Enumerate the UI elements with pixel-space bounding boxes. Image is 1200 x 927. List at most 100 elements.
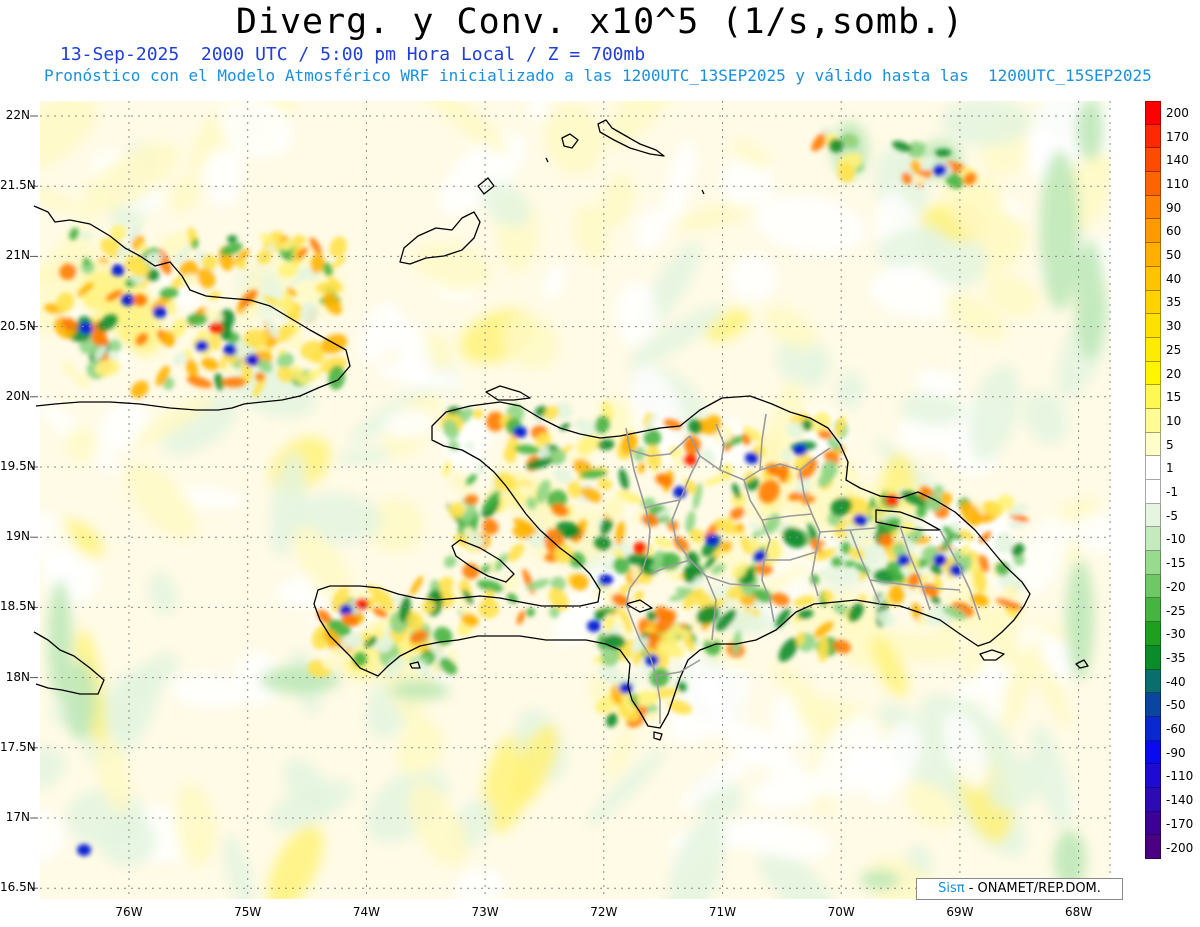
- field-patch: [111, 264, 125, 276]
- legend-swatch: [1145, 740, 1161, 765]
- lat-label: 21N: [5, 248, 30, 263]
- legend-swatch: [1145, 716, 1161, 741]
- legend-label: -1: [1166, 485, 1178, 500]
- map-title: Diverg. y Conv. x10^5 (1/s,somb.): [235, 2, 965, 42]
- model-info-subtitle: Pronóstico con el Modelo Atmosférico WRF…: [44, 66, 1152, 85]
- lat-label: 17.5N: [0, 739, 36, 754]
- field-patch: [940, 101, 1030, 147]
- legend-label: -110: [1166, 769, 1194, 784]
- legend-swatch: [1145, 669, 1161, 694]
- legend-swatch: [1145, 361, 1161, 386]
- field-patch: [390, 680, 450, 700]
- legend-swatch: [1145, 243, 1161, 267]
- field-patch: [79, 322, 93, 334]
- credit-text: - ONAMET/REP.DOM.: [964, 881, 1101, 896]
- lat-label: 19N: [5, 529, 30, 544]
- legend-label: 15: [1166, 390, 1182, 405]
- field-patch: [885, 494, 899, 506]
- legend-label: 30: [1166, 319, 1182, 334]
- field-patch: [121, 294, 135, 306]
- legend-swatch: [1145, 503, 1161, 528]
- legend-swatch: [1145, 527, 1161, 552]
- legend-label: -50: [1166, 698, 1186, 713]
- legend-label: -35: [1166, 650, 1186, 665]
- field-patch: [599, 574, 613, 586]
- legend-label: 40: [1166, 271, 1182, 286]
- lat-label: 20N: [5, 388, 30, 403]
- legend-label: 200: [1166, 105, 1189, 120]
- field-shading: [40, 101, 1110, 899]
- field-patch: [793, 444, 807, 456]
- lat-label: 18.5N: [0, 599, 36, 614]
- field-patch: [587, 620, 601, 632]
- lat-label: 22N: [5, 108, 30, 122]
- legend-swatch: [1145, 408, 1161, 433]
- valid-time-subtitle: 13-Sep-2025 2000 UTC / 5:00 pm Hora Loca…: [60, 44, 646, 65]
- sis-logo-text: Sisπ: [938, 881, 965, 896]
- field-patch: [933, 164, 947, 176]
- field-patch: [745, 452, 759, 464]
- legend-label: -200: [1166, 840, 1194, 855]
- legend-swatch: [1145, 764, 1161, 788]
- lon-label: 68W: [1065, 905, 1093, 919]
- field-patch: [195, 340, 209, 352]
- legend-swatch: [1145, 693, 1161, 717]
- legend-swatch: [1145, 172, 1161, 196]
- field-patch: [897, 554, 911, 566]
- legend-label: -30: [1166, 627, 1186, 642]
- legend-label: 35: [1166, 295, 1182, 310]
- field-patch: [933, 554, 947, 566]
- legend-swatch: [1145, 574, 1161, 599]
- color-legend: [1145, 101, 1161, 859]
- legend-label: -15: [1166, 556, 1186, 571]
- lat-label: 17N: [5, 810, 30, 824]
- lon-label: 74W: [352, 905, 380, 919]
- legend-swatch: [1145, 337, 1161, 362]
- lon-label: 71W: [708, 905, 737, 919]
- legend-swatch: [1145, 480, 1161, 504]
- field-patch: [879, 534, 893, 546]
- field-patch: [1040, 150, 1080, 310]
- legend-label: -5: [1166, 508, 1178, 523]
- field-patch: [133, 294, 147, 306]
- lon-label: 73W: [471, 905, 499, 919]
- legend-label: 110: [1166, 176, 1189, 191]
- lon-label: 70W: [827, 905, 855, 919]
- legend-swatch: [1145, 290, 1161, 315]
- legend-label: 50: [1166, 248, 1182, 263]
- field-patch: [831, 556, 843, 567]
- lat-label: 16.5N: [0, 880, 36, 895]
- field-patch: [860, 870, 900, 890]
- legend-label: 10: [1166, 413, 1182, 428]
- legend-label: -25: [1166, 603, 1186, 618]
- field-patch: [683, 454, 697, 466]
- lat-label: 20.5N: [0, 318, 36, 333]
- lon-label: 75W: [234, 905, 262, 919]
- legend-swatch: [1145, 811, 1161, 836]
- legend-swatch: [1145, 456, 1161, 480]
- legend-label: 1: [1166, 461, 1174, 476]
- field-patch: [77, 844, 91, 856]
- field-patch: [209, 322, 223, 334]
- legend-label: 140: [1166, 153, 1189, 168]
- legend-label: 90: [1166, 200, 1182, 215]
- legend-swatch: [1145, 787, 1161, 812]
- legend-label: -140: [1166, 793, 1194, 808]
- legend-swatch: [1145, 101, 1161, 125]
- field-patch: [79, 231, 93, 240]
- field-patch: [64, 660, 96, 740]
- legend-swatch: [1145, 195, 1161, 220]
- field-patch: [245, 354, 259, 366]
- legend-swatch: [1145, 385, 1161, 409]
- legend-label: 25: [1166, 342, 1182, 357]
- forecast-map: [30, 101, 1111, 899]
- lat-label: 18N: [5, 669, 30, 684]
- legend-label: 20: [1166, 366, 1182, 381]
- credit-box: Sisπ - ONAMET/REP.DOM.: [916, 878, 1123, 900]
- lon-label: 72W: [590, 905, 618, 919]
- field-patch: [1075, 240, 1105, 360]
- legend-label: -90: [1166, 745, 1186, 760]
- legend-swatch: [1145, 266, 1161, 291]
- legend-swatch: [1145, 148, 1161, 173]
- legend-label: -40: [1166, 674, 1186, 689]
